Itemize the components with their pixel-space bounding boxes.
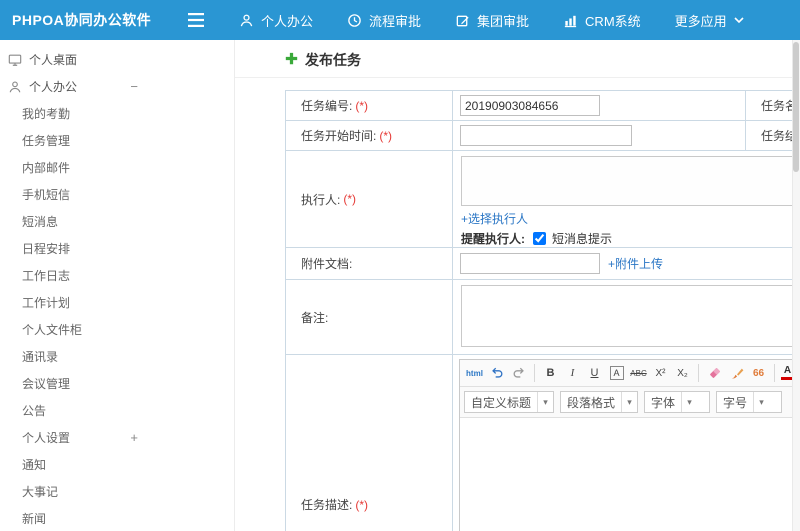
sidebar-item-announcement[interactable]: 公告 [0, 397, 138, 424]
description-label: 任务描述: (*) [286, 355, 453, 531]
sidebar-item-work-plan[interactable]: 工作计划 [0, 289, 138, 316]
sidebar-item-personal-settings[interactable]: 个人设置 + [0, 424, 138, 451]
font-family-select[interactable]: 字体 [644, 391, 710, 413]
task-description-editor[interactable] [460, 418, 800, 531]
rich-text-editor: html B I U A ABC X² X₂ 66 A ▾ 自定义标题 ▾ 段落… [459, 359, 800, 531]
sidebar-item-personal-desktop[interactable]: 个人桌面 [0, 46, 138, 73]
nav-item-personal-office[interactable]: 个人办公 [222, 0, 330, 40]
caret-down-icon [537, 392, 553, 412]
nav-item-more-apps[interactable]: 更多应用 [658, 0, 761, 40]
executor-box[interactable] [461, 156, 797, 206]
font-border-button[interactable]: A [606, 363, 627, 384]
sidebar-item-meeting-management[interactable]: 会议管理 [0, 370, 138, 397]
caret-down-icon [753, 392, 769, 412]
attachment-upload-link[interactable]: +附件上传 [608, 255, 663, 272]
sms-remind-option: 短消息提示 [552, 232, 613, 246]
sidebar-item-internal-mail[interactable]: 内部邮件 [0, 154, 138, 181]
add-icon [285, 52, 298, 68]
editor-toolbar-row1: html B I U A ABC X² X₂ 66 A ▾ [460, 360, 800, 387]
start-time-label: 任务开始时间: (*) [286, 121, 453, 151]
paragraph-format-select[interactable]: 段落格式 [560, 391, 638, 413]
vertical-scrollbar[interactable] [792, 40, 800, 531]
sidebar-item-my-attendance[interactable]: 我的考勤 [0, 100, 138, 127]
remark-textarea[interactable] [461, 285, 797, 347]
format-brush-icon[interactable] [726, 363, 747, 384]
scrollbar-thumb[interactable] [793, 42, 799, 172]
required-mark: (*) [355, 98, 369, 113]
italic-button[interactable]: I [562, 363, 583, 384]
sidebar-item-events[interactable]: 大事记 [0, 478, 138, 505]
start-time-input[interactable] [460, 125, 632, 146]
required-mark: (*) [355, 497, 369, 512]
required-mark: (*) [379, 128, 393, 143]
nav-item-crm[interactable]: CRM系统 [546, 0, 658, 40]
source-code-button[interactable]: html [464, 363, 485, 384]
sidebar-item-contacts[interactable]: 通讯录 [0, 343, 138, 370]
task-number-input[interactable] [460, 95, 600, 116]
font-size-select[interactable]: 字号 [716, 391, 782, 413]
caret-down-icon [621, 392, 637, 412]
sidebar-item-work-log[interactable]: 工作日志 [0, 262, 138, 289]
sidebar-item-personal-office[interactable]: 个人办公 − [0, 73, 138, 100]
page-title: 发布任务 [305, 51, 361, 68]
caret-down-icon [681, 392, 697, 412]
edit-icon [455, 13, 470, 28]
main-content: 发布任务 任务编号:(*) 任务名称:(*) 任务开始时间:(*) 任务结束时间 [235, 40, 800, 531]
publish-task-form: 任务编号:(*) 任务名称:(*) 任务开始时间:(*) 任务结束时间:(*) [285, 90, 800, 531]
collapse-icon[interactable]: − [130, 79, 138, 94]
task-number-label: 任务编号: (*) [286, 91, 453, 121]
superscript-button[interactable]: X² [650, 363, 671, 384]
expand-icon[interactable]: + [130, 430, 138, 445]
undo-icon[interactable] [486, 363, 507, 384]
remove-format-icon[interactable] [704, 363, 725, 384]
toolbar-separator [698, 364, 699, 382]
bold-button[interactable]: B [540, 363, 561, 384]
desktop-icon [8, 53, 22, 67]
page-header: 发布任务 [235, 48, 800, 78]
attachment-input[interactable] [460, 253, 600, 274]
sidebar-item-schedule[interactable]: 日程安排 [0, 235, 138, 262]
redo-icon[interactable] [508, 363, 529, 384]
caret-down-icon [734, 16, 744, 24]
app-brand: PHPOA协同办公软件 [12, 12, 152, 28]
bar-chart-icon [563, 13, 578, 28]
toolbar-separator [534, 364, 535, 382]
nav-item-workflow-approval[interactable]: 流程审批 [330, 0, 438, 40]
remark-label: 备注: [286, 280, 453, 355]
hamburger-icon[interactable] [184, 0, 208, 40]
custom-title-select[interactable]: 自定义标题 [464, 391, 554, 413]
sidebar-item-news[interactable]: 新闻 [0, 505, 138, 531]
sidebar-item-notice[interactable]: 通知 [0, 451, 138, 478]
subscript-button[interactable]: X₂ [672, 363, 693, 384]
executor-label: 执行人: (*) [286, 151, 453, 248]
required-mark: (*) [343, 192, 357, 206]
user-icon [239, 13, 254, 28]
topbar: PHPOA协同办公软件 个人办公 流程审批 集团审批 CRM系统 更多应用 [0, 0, 800, 40]
sidebar-item-personal-files[interactable]: 个人文件柜 [0, 316, 138, 343]
choose-executor-link[interactable]: +选择执行人 [461, 210, 528, 227]
strikethrough-button[interactable]: ABC [628, 363, 649, 384]
sms-remind-checkbox[interactable] [533, 232, 546, 245]
sidebar-item-short-message[interactable]: 短消息 [0, 208, 138, 235]
user-icon [8, 80, 22, 94]
sidebar: 个人桌面 个人办公 − 我的考勤 任务管理 内部邮件 手机短信 短消息 日程安排… [0, 40, 235, 531]
attachment-label: 附件文档: [286, 248, 453, 280]
main-nav: 个人办公 流程审批 集团审批 CRM系统 更多应用 [222, 0, 761, 40]
editor-toolbar-row2: 自定义标题 段落格式 字体 字号 [460, 387, 800, 418]
clock-icon [347, 13, 362, 28]
sidebar-item-mobile-sms[interactable]: 手机短信 [0, 181, 138, 208]
remind-executor-label: 提醒执行人: [461, 232, 525, 246]
blockquote-button[interactable]: 66 [748, 363, 769, 384]
toolbar-separator [774, 364, 775, 382]
nav-item-group-approval[interactable]: 集团审批 [438, 0, 546, 40]
sidebar-item-task-management[interactable]: 任务管理 [0, 127, 138, 154]
underline-button[interactable]: U [584, 363, 605, 384]
